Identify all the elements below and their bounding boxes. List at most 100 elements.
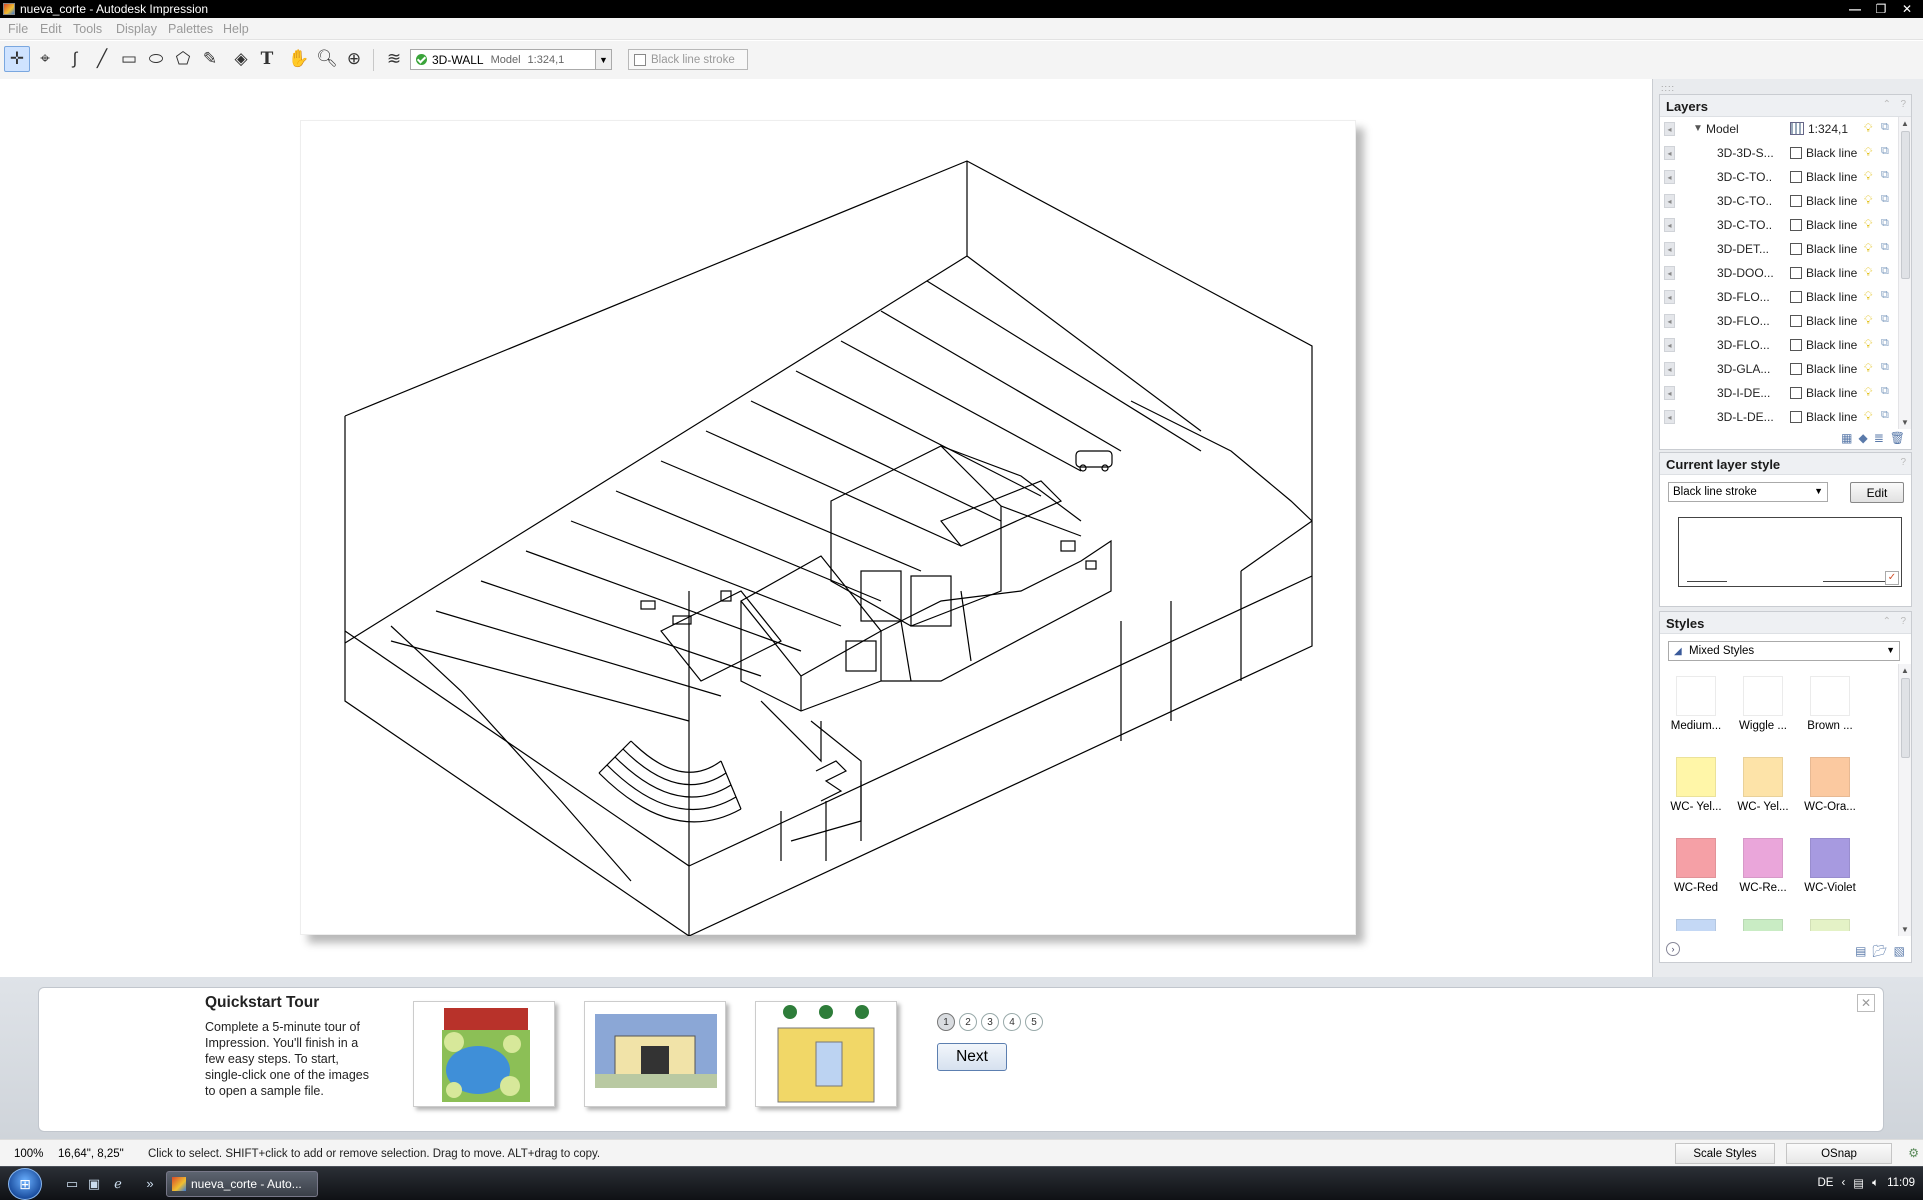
scroll-down-icon[interactable]: ▼ bbox=[1901, 418, 1909, 427]
layers-scrollbar[interactable]: ▲ ▼ bbox=[1898, 117, 1911, 429]
style-dropdown[interactable]: Black line stroke bbox=[628, 49, 748, 70]
style-swatch-icon[interactable] bbox=[1790, 387, 1802, 399]
switch-windows-icon[interactable]: ▣ bbox=[86, 1176, 102, 1192]
lock-icon[interactable]: ⧉ bbox=[1881, 337, 1889, 350]
panel-grip[interactable]: :::: bbox=[1661, 83, 1675, 93]
layer-expand-icon[interactable]: ◂ bbox=[1664, 314, 1675, 328]
visibility-bulb-icon[interactable]: 💡︎ bbox=[1864, 145, 1872, 160]
drawing-sheet[interactable] bbox=[300, 120, 1356, 936]
visibility-bulb-icon[interactable]: 💡︎ bbox=[1864, 337, 1872, 352]
taskbar-item-impression[interactable]: nueva_corte - Auto... bbox=[166, 1171, 318, 1197]
layer-properties-icon[interactable]: ◆ bbox=[1858, 431, 1867, 445]
layer-expand-icon[interactable]: ◂ bbox=[1664, 242, 1675, 256]
chevron-down-icon[interactable]: ▼ bbox=[1886, 645, 1895, 655]
layer-row[interactable]: ◂ 3D-FLO... Black line... 💡︎ ⧉ bbox=[1660, 333, 1911, 357]
visibility-bulb-icon[interactable]: 💡︎ bbox=[1864, 313, 1872, 328]
style-tile[interactable]: WC-Re... bbox=[1733, 838, 1793, 894]
menu-edit[interactable]: Edit bbox=[40, 22, 62, 36]
layer-style-dropdown[interactable]: Black line stroke ▼ bbox=[1668, 482, 1828, 502]
visibility-bulb-icon[interactable]: 💡︎ bbox=[1864, 361, 1872, 376]
visibility-bulb-icon[interactable]: 💡︎ bbox=[1864, 265, 1872, 280]
style-tile[interactable]: WC-Violet bbox=[1800, 838, 1860, 894]
layer-dropdown[interactable]: 3D-WALL Model 1:324,1 ▼ bbox=[410, 49, 612, 70]
visibility-bulb-icon[interactable]: 💡︎ bbox=[1864, 193, 1872, 208]
layer-row[interactable]: ◂ 3D-L-DE... Black line... 💡︎ ⧉ bbox=[1660, 405, 1911, 429]
layer-row[interactable]: ◂ 3D-DET... Black line... 💡︎ ⧉ bbox=[1660, 237, 1911, 261]
styles-scrollbar[interactable]: ▲ ▼ bbox=[1898, 664, 1911, 936]
help-icon[interactable]: ? bbox=[1900, 457, 1906, 468]
style-tile[interactable]: WC-Ora... bbox=[1800, 757, 1860, 813]
node-edit-tool-icon[interactable]: ⌖ bbox=[32, 46, 58, 72]
scroll-down-icon[interactable]: ▼ bbox=[1901, 925, 1909, 934]
visibility-bulb-icon[interactable]: 💡︎ bbox=[1864, 241, 1872, 256]
pan-tool-icon[interactable]: ✋ bbox=[286, 46, 312, 72]
layer-row[interactable]: ◂ 3D-C-TO... Black line... 💡︎ ⧉ bbox=[1660, 213, 1911, 237]
style-tile[interactable]: WC-Red bbox=[1666, 838, 1726, 894]
style-tile[interactable] bbox=[1800, 919, 1860, 931]
style-swatch-icon[interactable] bbox=[1790, 339, 1802, 351]
volume-icon[interactable]: 🔈︎ bbox=[1872, 1177, 1879, 1190]
style-swatch-icon[interactable] bbox=[1790, 219, 1802, 231]
open-style-icon[interactable]: 📂︎ bbox=[1872, 944, 1887, 958]
lock-icon[interactable]: ⧉ bbox=[1881, 193, 1889, 206]
style-options-icon[interactable]: › bbox=[1666, 942, 1680, 956]
layer-expand-icon[interactable]: ◂ bbox=[1664, 146, 1675, 160]
tour-step-5[interactable]: 5 bbox=[1025, 1013, 1043, 1031]
layer-row[interactable]: ◂ 3D-3D-S... Black line... 💡︎ ⧉ bbox=[1660, 141, 1911, 165]
menu-palettes[interactable]: Palettes bbox=[168, 22, 213, 36]
status-tray-icon[interactable]: ⚙︎ bbox=[1908, 1146, 1919, 1160]
scroll-up-icon[interactable]: ▲ bbox=[1901, 119, 1909, 128]
scroll-up-icon[interactable]: ▲ bbox=[1901, 666, 1909, 675]
layer-expand-icon[interactable]: ◂ bbox=[1664, 170, 1675, 184]
freehand-tool-icon[interactable]: ∫ bbox=[62, 46, 88, 72]
collapse-icon[interactable]: ⌃ bbox=[1883, 99, 1891, 110]
layers-icon[interactable]: ≋ bbox=[381, 46, 407, 72]
tour-step-1[interactable]: 1 bbox=[937, 1013, 955, 1031]
lock-icon[interactable]: ⧉ bbox=[1881, 289, 1889, 302]
line-tool-icon[interactable]: ╱ bbox=[89, 46, 115, 72]
lock-icon[interactable]: ⧉ bbox=[1881, 241, 1889, 254]
language-indicator[interactable]: DE bbox=[1817, 1177, 1833, 1189]
save-style-icon[interactable]: ▤ bbox=[1855, 944, 1866, 958]
clock[interactable]: 11:09 bbox=[1887, 1177, 1915, 1189]
layer-row-model[interactable]: ◂ ▼ Model 1:324,1 💡︎ ⧉ bbox=[1660, 117, 1911, 141]
scroll-thumb[interactable] bbox=[1901, 678, 1910, 758]
show-desktop-icon[interactable]: ▭ bbox=[64, 1176, 80, 1192]
menu-file[interactable]: File bbox=[8, 22, 28, 36]
drawing-canvas[interactable] bbox=[0, 79, 1652, 977]
style-swatch-icon[interactable] bbox=[1790, 171, 1802, 183]
style-swatch-icon[interactable] bbox=[1790, 267, 1802, 279]
visibility-bulb-icon[interactable]: 💡︎ bbox=[1864, 217, 1872, 232]
tree-toggle-icon[interactable]: ▼ bbox=[1693, 123, 1703, 134]
layer-expand-icon[interactable]: ◂ bbox=[1664, 122, 1675, 136]
sample-landscape-thumbnail[interactable] bbox=[413, 1001, 555, 1107]
fill-tool-icon[interactable]: ◈ bbox=[228, 46, 254, 72]
style-swatch-icon[interactable] bbox=[1790, 243, 1802, 255]
tour-step-2[interactable]: 2 bbox=[959, 1013, 977, 1031]
edit-style-button[interactable]: Edit bbox=[1850, 482, 1904, 503]
style-swatch-icon[interactable] bbox=[1790, 363, 1802, 375]
layer-row[interactable]: ◂ 3D-GLA... Black line... 💡︎ ⧉ bbox=[1660, 357, 1911, 381]
layer-row[interactable]: ◂ 3D-DOO... Black line... 💡︎ ⧉ bbox=[1660, 261, 1911, 285]
sample-elevation-thumbnail[interactable] bbox=[584, 1001, 726, 1107]
select-tool-icon[interactable]: ✛ bbox=[4, 46, 30, 72]
menu-help[interactable]: Help bbox=[223, 22, 249, 36]
layer-expand-icon[interactable]: ◂ bbox=[1664, 218, 1675, 232]
lock-icon[interactable]: ⧉ bbox=[1881, 385, 1889, 398]
rectangle-tool-icon[interactable]: ▭ bbox=[116, 46, 142, 72]
lock-icon[interactable]: ⧉ bbox=[1881, 145, 1889, 158]
scroll-thumb[interactable] bbox=[1901, 131, 1910, 279]
lock-icon[interactable]: ⧉ bbox=[1881, 313, 1889, 326]
lock-icon[interactable]: ⧉ bbox=[1881, 169, 1889, 182]
visibility-bulb-icon[interactable]: 💡︎ bbox=[1864, 409, 1872, 424]
polygon-tool-icon[interactable]: ⬠ bbox=[170, 46, 196, 72]
layer-expand-icon[interactable]: ◂ bbox=[1664, 194, 1675, 208]
lock-icon[interactable]: ⧉ bbox=[1881, 217, 1889, 230]
layer-expand-icon[interactable]: ◂ bbox=[1664, 266, 1675, 280]
ellipse-tool-icon[interactable]: ⬭ bbox=[143, 46, 169, 72]
style-swatch-icon[interactable] bbox=[1790, 411, 1802, 423]
lock-icon[interactable]: ⧉ bbox=[1881, 265, 1889, 278]
lock-icon[interactable]: ⧉ bbox=[1881, 361, 1889, 374]
align-tool-icon[interactable]: ⊕ bbox=[341, 46, 367, 72]
help-icon[interactable]: ? bbox=[1900, 616, 1906, 627]
